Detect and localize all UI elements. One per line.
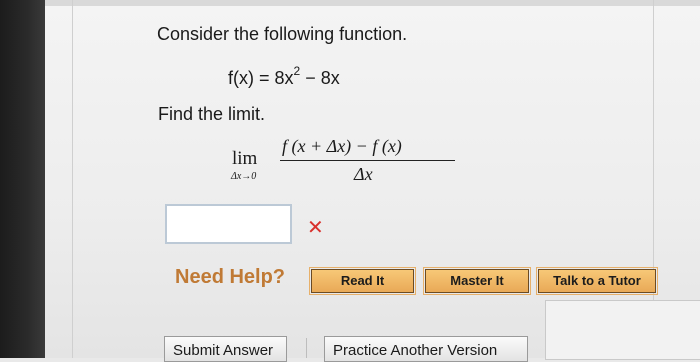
talk-to-tutor-button[interactable]: Talk to a Tutor <box>536 267 658 295</box>
master-it-button[interactable]: Master It <box>423 267 531 295</box>
answer-input[interactable] <box>165 204 292 244</box>
need-help-label: Need Help? <box>175 266 286 288</box>
function-definition: f(x) = 8x2 − 8x <box>228 64 340 89</box>
limit-subscript: Δx→0 <box>231 171 257 182</box>
practice-another-version-button[interactable]: Practice Another Version <box>324 336 528 362</box>
side-box <box>545 300 700 360</box>
function-rest: − 8x <box>300 68 340 88</box>
limit-numerator: f (x + Δx) − f (x) <box>282 136 402 156</box>
limit-denominator: Δx <box>354 164 373 184</box>
instruction-text: Find the limit. <box>158 104 266 124</box>
screen-bezel <box>0 0 45 358</box>
function-lhs: f(x) = 8x <box>228 68 294 88</box>
read-it-button[interactable]: Read It <box>309 267 416 295</box>
fraction-bar <box>280 160 455 161</box>
button-separator <box>306 338 307 358</box>
function-exponent: 2 <box>293 64 301 78</box>
incorrect-x-icon: ✕ <box>307 217 324 239</box>
submit-answer-button[interactable]: Submit Answer <box>164 336 287 362</box>
question-prompt: Consider the following function. <box>157 24 408 44</box>
limit-word: lim <box>232 148 258 169</box>
